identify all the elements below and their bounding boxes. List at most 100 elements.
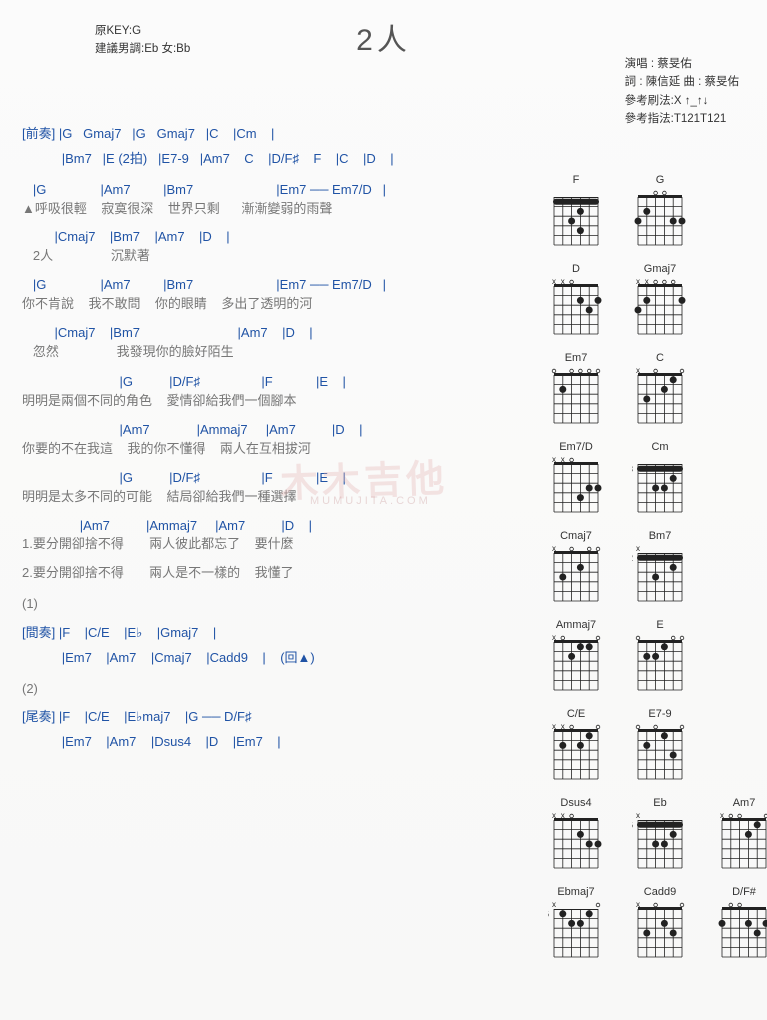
chord-name-label: Cm (651, 441, 668, 453)
chord-diagram-bm7: Bm7 x2 (632, 530, 688, 605)
svg-text:x: x (561, 812, 565, 820)
chord-diagram-cmaj7: Cmaj7x (548, 530, 604, 605)
svg-text:x: x (552, 545, 556, 553)
chorus-chord-4: |Am7 |Ammaj7 |Am7 |D | (22, 517, 530, 536)
meta-left: 原KEY:G 建議男調:Eb 女:Bb (95, 22, 190, 59)
fretboard-icon: x (632, 901, 688, 961)
picking-line: 參考指法:T121T121 (625, 110, 739, 128)
fretboard-icon (632, 634, 688, 694)
original-key: 原KEY:G (95, 22, 190, 40)
svg-text:6: 6 (548, 909, 549, 919)
chord-name-label: Cadd9 (644, 886, 676, 898)
intro-line-2: |Bm7 |E (2拍) |E7-9 |Am7 C |D/F♯ F |C |D … (22, 150, 530, 169)
fretboard-icon (632, 723, 688, 783)
chord-diagram-g: G (632, 174, 688, 249)
chord-name-label: Ebmaj7 (557, 886, 594, 898)
fretboard-icon: x (548, 545, 604, 605)
chorus-lyric-4a: 1.要分開卻捨不得 兩人彼此都忘了 要什麼 (22, 535, 530, 554)
chord-diagram-ce: C/Exx (548, 708, 604, 783)
verse1-chord-1: |G |Am7 |Bm7 |Em7 ── Em7/D | (22, 181, 530, 200)
interlude-line-1: [間奏] |F |C/E |E♭ |Gmaj7 | (22, 624, 530, 643)
meta-right: 演唱 : 蔡旻佑 詞 : 陳信延 曲 : 蔡旻佑 參考刷法:X ↑_↑↓ 參考指… (625, 55, 739, 129)
verse1-chord-4: |Cmaj7 |Bm7 |Am7 |D | (22, 324, 530, 343)
diagram-row: C/ExxE7-9 (540, 708, 755, 783)
chord-diagram-cm: Cm 3 (632, 441, 688, 516)
svg-text:x: x (636, 901, 640, 909)
svg-text:2: 2 (632, 553, 633, 563)
svg-text:x: x (636, 367, 640, 375)
chord-name-label: Am7 (733, 797, 756, 809)
lyrics-column: [前奏] |G Gmaj7 |G Gmaj7 |C |Cm | |Bm7 |E … (22, 119, 530, 975)
diagram-row: Em7 Cx (540, 352, 755, 427)
chord-name-label: F (573, 174, 580, 186)
chord-name-label: Eb (653, 797, 666, 809)
intro-line-1: [前奏] |G Gmaj7 |G Gmaj7 |C |Cm | (22, 125, 530, 144)
chord-diagram-em7: Em7 (548, 352, 604, 427)
outro-line-2: |Em7 |Am7 |Dsus4 |D |Em7 | (22, 733, 530, 752)
fretboard-icon: 3 (632, 456, 688, 516)
chord-name-label: E (656, 619, 663, 631)
fretboard-icon: x (716, 812, 767, 872)
svg-text:x: x (552, 812, 556, 820)
svg-text:x: x (561, 456, 565, 464)
credits-line: 詞 : 陳信延 曲 : 蔡旻佑 (625, 73, 739, 91)
chord-diagram-eb: Eb x6 (632, 797, 688, 872)
chorus-lyric-4b: 2.要分開卻捨不得 兩人是不一樣的 我懂了 (22, 564, 530, 583)
diagram-row: Cmaj7xBm7x2 (540, 530, 755, 605)
verse1-lyric-2: 2人 沉默著 (22, 247, 530, 266)
chord-diagram-cadd9: Cadd9 x (632, 886, 688, 961)
diagram-row: Ammaj7x E (540, 619, 755, 694)
chord-name-label: Ammaj7 (556, 619, 596, 631)
chord-diagram-column: FGDxxGmaj7xxEm7CxEm7/DxxCm3Cmaj7xBm7x2Am… (540, 119, 755, 975)
strumming-line: 參考刷法:X ↑_↑↓ (625, 92, 739, 110)
outro-line-1: [尾奏] |F |C/E |E♭maj7 |G ── D/F♯ (22, 708, 530, 727)
chord-diagram-c: Cx (632, 352, 688, 427)
svg-text:x: x (552, 723, 556, 731)
chord-name-label: Bm7 (649, 530, 672, 542)
verse1-lyric-3: 你不肯說 我不敢問 你的眼睛 多出了透明的河 (22, 295, 530, 314)
svg-text:x: x (561, 723, 565, 731)
chord-name-label: C (656, 352, 664, 364)
chorus-chord-3: |G |D/F♯ |F |E | (22, 469, 530, 488)
chorus-lyric-3: 明明是太多不同的可能 結局卻給我們一種選擇 (22, 488, 530, 507)
svg-text:x: x (636, 812, 640, 820)
svg-text:x: x (720, 812, 724, 820)
chord-diagram-df: D/F# (716, 886, 767, 961)
diagram-row: Dsus4xxEbx6Am7x (540, 797, 755, 872)
diagram-row: FG (540, 174, 755, 249)
verse1-chord-3: |G |Am7 |Bm7 |Em7 ── Em7/D | (22, 276, 530, 295)
fretboard-icon: xx (632, 278, 688, 338)
svg-text:x: x (636, 545, 640, 553)
svg-text:x: x (636, 278, 640, 286)
diagram-row: Em7/DxxCm3 (540, 441, 755, 516)
fretboard-icon: x (548, 634, 604, 694)
chord-name-label: G (656, 174, 665, 186)
chord-diagram-ebmaj7: Ebmaj7x6 (548, 886, 604, 961)
marker-2: (2) (22, 680, 530, 699)
chord-diagram-f: F (548, 174, 604, 249)
chord-diagram-gmaj7: Gmaj7xx (632, 263, 688, 338)
fretboard-icon (548, 367, 604, 427)
fretboard-icon: xx (548, 812, 604, 872)
suggested-key: 建議男調:Eb 女:Bb (95, 40, 190, 58)
fretboard-icon: xx (548, 456, 604, 516)
chord-name-label: D (572, 263, 580, 275)
svg-text:x: x (552, 901, 556, 909)
verse1-lyric-4: 忽然 我發現你的臉好陌生 (22, 343, 530, 362)
svg-text:6: 6 (632, 820, 633, 830)
fretboard-icon: x6 (632, 812, 688, 872)
interlude-line-2: |Em7 |Am7 |Cmaj7 |Cadd9 | (回▲) (22, 649, 530, 668)
fretboard-icon: x2 (632, 545, 688, 605)
fretboard-icon: x6 (548, 901, 604, 961)
chord-name-label: C/E (567, 708, 585, 720)
chord-name-label: Em7 (565, 352, 588, 364)
chord-name-label: D/F# (732, 886, 756, 898)
verse1-lyric-1: ▲呼吸很輕 寂寞很深 世界只剩 漸漸變弱的雨聲 (22, 200, 530, 219)
svg-text:3: 3 (632, 464, 633, 474)
diagram-row: Ebmaj7x6Cadd9xD/F# (540, 886, 755, 961)
svg-text:x: x (552, 634, 556, 642)
marker-1: (1) (22, 595, 530, 614)
chord-name-label: Dsus4 (560, 797, 591, 809)
svg-text:x: x (645, 278, 649, 286)
fretboard-icon: xx (548, 723, 604, 783)
